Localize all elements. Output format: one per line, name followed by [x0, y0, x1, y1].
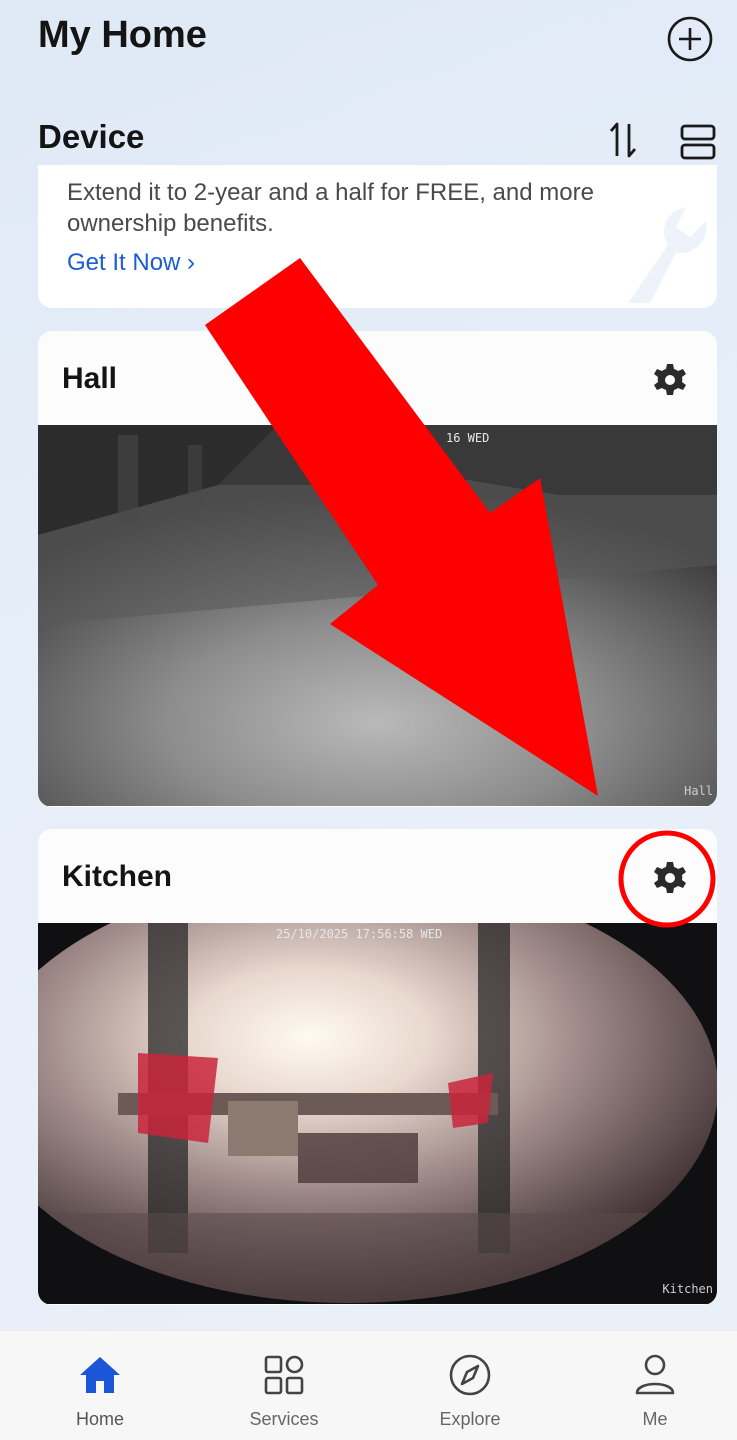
home-icon	[80, 1357, 120, 1393]
header: My Home	[0, 0, 737, 80]
promo-link-label: Get It Now	[67, 249, 181, 276]
sort-icon	[609, 122, 637, 158]
camera-card-hall[interactable]: Hall 16 WED Hall	[38, 331, 717, 807]
tab-explore[interactable]: Explore	[400, 1331, 540, 1440]
bottom-tab-bar: Home Services Explore Me	[0, 1330, 737, 1440]
tab-me[interactable]: Me	[585, 1331, 725, 1440]
add-button[interactable]	[666, 15, 714, 63]
camera-settings-button[interactable]	[650, 858, 690, 898]
tab-label: Me	[642, 1409, 668, 1429]
tab-home[interactable]: Home	[30, 1331, 170, 1440]
get-it-now-link[interactable]: Get It Now ›	[67, 249, 195, 277]
feed-label: Kitchen	[662, 1282, 713, 1296]
tab-label: Services	[249, 1409, 319, 1429]
camera-name: Kitchen	[62, 860, 173, 893]
feed-timestamp: 16 WED	[446, 431, 490, 445]
camera-feed-hall[interactable]: 16 WED Hall	[38, 425, 717, 806]
hall-scene	[38, 425, 717, 625]
chevron-right-icon: ›	[187, 249, 196, 276]
feed-timestamp: 25/10/2025 17:56:58 WED	[276, 927, 443, 941]
tab-label: Explore	[439, 1409, 501, 1429]
sort-button[interactable]	[604, 118, 644, 162]
camera-feed-kitchen[interactable]: 25/10/2025 17:56:58 WED Kitchen	[38, 923, 717, 1304]
plus-circle-icon	[667, 16, 713, 62]
tab-services[interactable]: Services	[214, 1331, 354, 1440]
list-layout-icon	[680, 124, 716, 160]
gear-icon	[654, 364, 686, 395]
device-section-header: Device	[0, 110, 737, 166]
page-title: My Home	[38, 14, 207, 56]
camera-card-header: Kitchen	[38, 829, 717, 923]
warranty-promo-card[interactable]: Extend it to 2-year and a half for FREE,…	[38, 165, 717, 308]
services-grid-icon	[264, 1355, 304, 1395]
camera-card-header: Hall	[38, 331, 717, 425]
compass-icon	[449, 1354, 491, 1396]
kitchen-scene	[38, 923, 717, 1303]
gear-icon	[654, 862, 686, 893]
camera-card-kitchen[interactable]: Kitchen 25/10/2025 17:56:58 WED Kitchen	[38, 829, 717, 1305]
tab-label: Home	[75, 1409, 124, 1429]
layout-toggle-button[interactable]	[676, 120, 720, 164]
feed-label: Hall	[684, 784, 713, 798]
camera-settings-button[interactable]	[650, 360, 690, 400]
person-icon	[635, 1354, 675, 1395]
section-title: Device	[38, 118, 145, 155]
camera-name: Hall	[62, 362, 118, 395]
promo-text: Extend it to 2-year and a half for FREE,…	[67, 179, 594, 237]
